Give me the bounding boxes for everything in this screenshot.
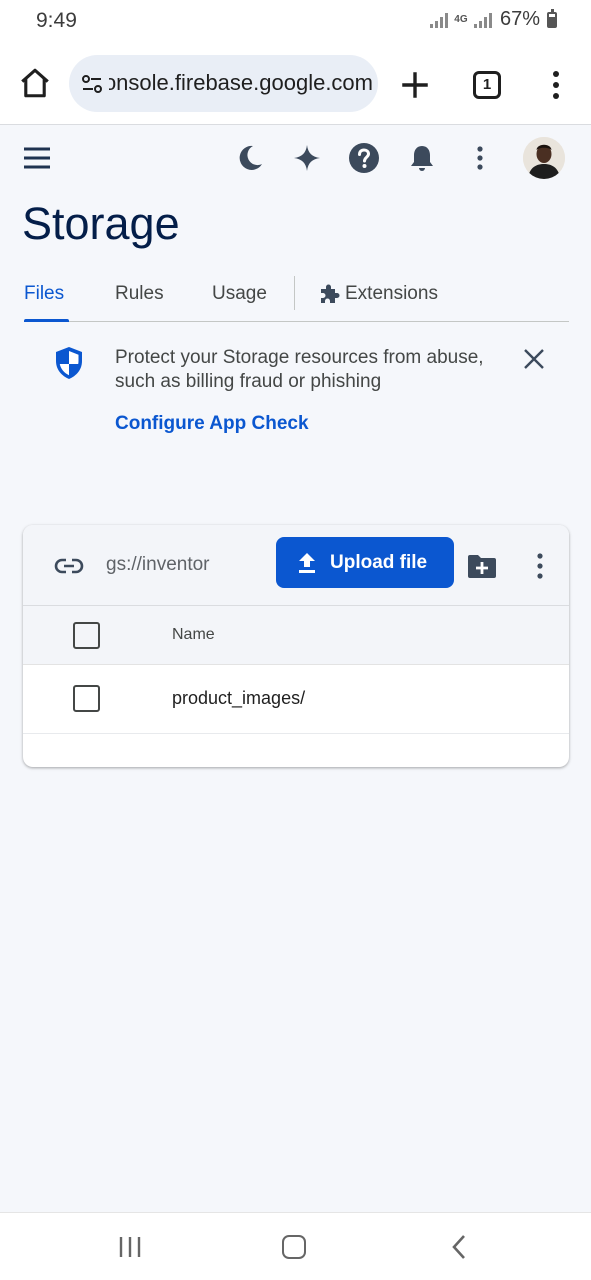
battery-percent: 67%	[499, 8, 540, 30]
site-settings-icon[interactable]	[81, 73, 103, 95]
upload-icon	[299, 553, 315, 573]
active-tab-indicator	[24, 319, 69, 322]
browser-menu-icon[interactable]	[544, 68, 568, 102]
upload-file-button[interactable]: Upload file	[276, 537, 454, 588]
tab-extensions[interactable]: Extensions	[345, 283, 438, 305]
link-icon[interactable]	[53, 553, 85, 579]
table-row[interactable]: product_images/	[23, 665, 569, 734]
folder-name[interactable]: product_images/	[172, 688, 305, 709]
avatar-image	[523, 137, 565, 179]
back-icon[interactable]	[450, 1234, 468, 1260]
url-text: console.firebase.google.com	[109, 70, 373, 95]
tab-files[interactable]: Files	[24, 283, 64, 305]
configure-app-check-link[interactable]: Configure App Check	[115, 413, 309, 435]
tab-switcher-button[interactable]: 1	[473, 71, 501, 99]
recent-apps-icon[interactable]	[118, 1236, 142, 1258]
status-time: 9:49	[36, 9, 77, 32]
hamburger-menu-icon[interactable]	[22, 145, 52, 171]
gemini-sparkle-icon[interactable]	[291, 142, 323, 174]
banner-message: Protect your Storage resources from abus…	[115, 347, 484, 392]
storage-tabs: Files Rules Usage Extensions	[24, 268, 569, 322]
dark-mode-icon[interactable]	[234, 142, 266, 174]
select-all-checkbox[interactable]	[73, 622, 100, 649]
tab-rules[interactable]: Rules	[115, 283, 164, 305]
battery-icon	[547, 8, 557, 28]
upload-file-label: Upload file	[330, 552, 428, 573]
bucket-toolbar: gs://inventor Upload file	[23, 525, 569, 606]
system-nav-bar	[0, 1212, 591, 1280]
notifications-icon[interactable]	[406, 142, 438, 174]
home-button-icon[interactable]	[282, 1235, 306, 1259]
new-folder-icon[interactable]	[467, 553, 497, 579]
more-options-icon[interactable]	[464, 142, 496, 174]
status-bar: 9:49 4G 67%	[0, 0, 591, 44]
browser-toolbar: console.firebase.google.com 1	[0, 44, 591, 125]
close-icon[interactable]	[522, 347, 546, 371]
home-icon[interactable]	[18, 66, 52, 100]
signal-icon	[429, 12, 448, 28]
network-type: 4G	[454, 14, 468, 25]
bucket-more-icon[interactable]	[531, 552, 549, 580]
bucket-path[interactable]: gs://inventor	[106, 554, 210, 576]
status-indicators: 4G 67%	[429, 8, 557, 31]
page-title: Storage	[22, 198, 180, 249]
extensions-icon	[321, 284, 340, 303]
column-header-name[interactable]: Name	[172, 626, 215, 644]
signal-icon-2	[473, 12, 492, 28]
help-icon[interactable]	[348, 142, 380, 174]
table-header: Name	[23, 606, 569, 665]
shield-icon	[56, 347, 82, 379]
tab-divider	[294, 276, 295, 310]
avatar[interactable]	[523, 137, 565, 179]
tab-usage[interactable]: Usage	[212, 283, 267, 305]
storage-files-card: gs://inventor Upload file Name product_i…	[23, 525, 569, 767]
address-bar[interactable]: console.firebase.google.com	[69, 55, 378, 112]
new-tab-icon[interactable]	[398, 68, 432, 102]
row-checkbox[interactable]	[73, 685, 100, 712]
